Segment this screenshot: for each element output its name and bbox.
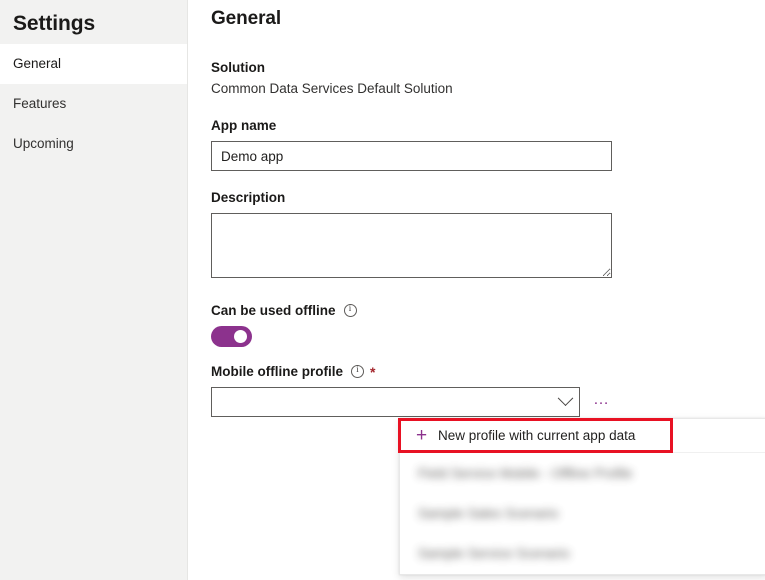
settings-sidebar: Settings General Features Upcoming bbox=[0, 0, 188, 580]
sidebar-title: Settings bbox=[0, 0, 187, 44]
sidebar-item-label: General bbox=[13, 56, 61, 71]
dropdown-item-option[interactable]: Sample Service Scenario bbox=[400, 533, 765, 573]
solution-field: Solution Common Data Services Default So… bbox=[211, 60, 453, 96]
sidebar-item-upcoming[interactable]: Upcoming bbox=[0, 124, 187, 164]
page-title: General bbox=[211, 8, 281, 30]
sidebar-item-general[interactable]: General bbox=[0, 44, 187, 84]
offline-toggle[interactable] bbox=[211, 326, 252, 347]
info-icon[interactable] bbox=[351, 365, 364, 378]
mobile-offline-profile-field: Mobile offline profile * … bbox=[211, 364, 611, 417]
dropdown-item-label: Field Service Mobile - Offline Profile bbox=[418, 466, 632, 481]
dropdown-item-option[interactable]: Field Service Mobile - Offline Profile bbox=[400, 453, 765, 493]
offline-label-row: Can be used offline bbox=[211, 303, 357, 318]
solution-label: Solution bbox=[211, 60, 453, 75]
sidebar-item-features[interactable]: Features bbox=[0, 84, 187, 124]
dropdown-item-option[interactable]: Sample Sales Scenario bbox=[400, 493, 765, 533]
description-label: Description bbox=[211, 190, 612, 205]
profile-dropdown-menu: + New profile with current app data Fiel… bbox=[399, 418, 765, 575]
sidebar-item-label: Upcoming bbox=[13, 136, 74, 151]
required-asterisk: * bbox=[370, 365, 375, 379]
offline-label: Can be used offline bbox=[211, 303, 336, 318]
app-name-field: App name bbox=[211, 118, 612, 171]
dropdown-item-new-profile[interactable]: + New profile with current app data bbox=[400, 419, 765, 453]
solution-value: Common Data Services Default Solution bbox=[211, 81, 453, 96]
app-name-label: App name bbox=[211, 118, 612, 133]
sidebar-item-label: Features bbox=[13, 96, 66, 111]
dropdown-item-label: New profile with current app data bbox=[438, 428, 635, 443]
chevron-down-icon[interactable] bbox=[558, 390, 574, 406]
profile-label: Mobile offline profile bbox=[211, 364, 343, 379]
dropdown-item-label: Sample Sales Scenario bbox=[418, 506, 558, 521]
plus-icon: + bbox=[414, 426, 429, 445]
profile-label-row: Mobile offline profile * bbox=[211, 364, 611, 379]
profile-combo-row: … bbox=[211, 387, 611, 417]
offline-toggle-field: Can be used offline bbox=[211, 303, 357, 347]
settings-main-panel: General Solution Common Data Services De… bbox=[188, 0, 765, 580]
info-icon[interactable] bbox=[344, 304, 357, 317]
app-name-input[interactable] bbox=[211, 141, 612, 171]
description-field: Description bbox=[211, 190, 612, 278]
settings-page: Settings General Features Upcoming Gener… bbox=[0, 0, 765, 580]
more-options-button[interactable]: … bbox=[593, 392, 611, 412]
toggle-knob bbox=[234, 330, 247, 343]
description-textarea[interactable] bbox=[211, 213, 612, 278]
profile-combobox[interactable] bbox=[211, 387, 580, 417]
dropdown-item-label: Sample Service Scenario bbox=[418, 546, 570, 561]
